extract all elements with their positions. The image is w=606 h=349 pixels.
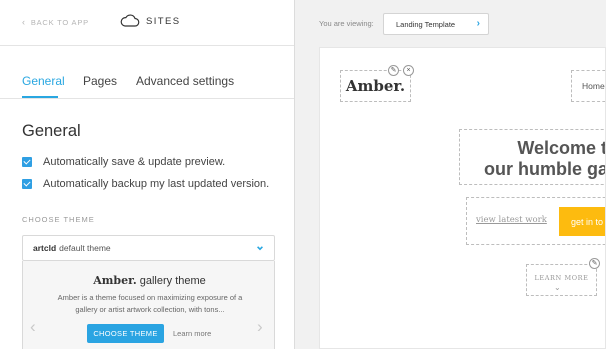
page-select[interactable]: Landing Template › [383,13,489,35]
sites-logo: SITES [120,13,180,29]
preview-panel: You are viewing: Landing Template › Ambe… [295,0,606,349]
settings-panel: ‹ BACK TO APP SITES General Pages Advanc… [0,0,294,349]
chevron-left-icon[interactable]: ‹ [30,317,36,337]
tab-pages[interactable]: Pages [83,74,117,88]
edit-pencil-icon[interactable]: ✎ [589,258,600,269]
chevron-right-icon: › [476,18,480,29]
theme-suffix: gallery theme [139,275,206,287]
preview-logo: Amber. [345,77,406,95]
page-select-value: Landing Template [396,19,456,29]
theme-name: Amber. [93,274,137,287]
cloud-icon [120,14,140,27]
active-tab-indicator [22,96,58,98]
theme-card: ‹ › Amber. gallery theme Amber is a them… [22,261,275,349]
auto-backup-label: Automatically backup my last updated ver… [43,178,270,190]
cta-block: view latest work get in to [466,197,605,245]
chevron-left-icon: ‹ [22,17,26,27]
nav-home: Home [582,81,605,91]
back-label: BACK TO APP [30,17,89,27]
top-bar: ‹ BACK TO APP SITES [0,0,294,46]
settings-tabs: General Pages Advanced settings [0,46,294,99]
sites-title: SITES [146,15,181,27]
learn-more-text: LEARN MORE [534,274,589,282]
auto-backup-checkbox[interactable] [22,179,32,189]
learn-more-block[interactable]: LEARN MORE ⌄ [526,264,597,296]
hero-block[interactable]: Welcome to our humble gall [459,129,606,185]
hero-line-1: Welcome to [517,138,605,158]
theme-card-title: Amber. gallery theme [23,274,276,287]
theme-description: Amber is a theme focused on maximizing e… [57,293,243,314]
chevron-right-icon[interactable]: › [257,317,263,337]
get-in-button[interactable]: get in to [559,207,605,236]
hero-line-2: our humble gall [483,159,606,179]
hero-heading: Welcome to our humble gall [468,138,606,180]
chevron-down-icon [257,246,263,251]
theme-select-suffix: default theme [59,243,111,253]
theme-select[interactable]: artcld default theme [22,235,275,261]
back-to-app-link[interactable]: ‹ BACK TO APP [22,17,89,27]
theme-select-name: artcld [33,243,57,253]
view-latest-link[interactable]: view latest work [476,215,547,225]
viewing-label: You are viewing: [319,19,374,28]
auto-save-option: Automatically save & update preview. [22,156,225,168]
tab-advanced-settings[interactable]: Advanced settings [136,74,234,88]
logo-block[interactable]: Amber. [340,70,411,102]
preview-canvas: Amber. ✎ × Home Welcome to our humble ga… [319,47,606,349]
choose-theme-button[interactable]: CHOOSE THEME [87,324,164,343]
choose-theme-label: CHOOSE THEME [22,215,95,224]
nav-block[interactable]: Home [571,70,605,102]
learn-more-link[interactable]: Learn more [173,329,211,338]
tab-general[interactable]: General [22,74,65,88]
section-title: General [22,122,81,140]
close-icon[interactable]: × [403,65,414,76]
auto-backup-option: Automatically backup my last updated ver… [22,178,269,190]
auto-save-checkbox[interactable] [22,157,32,167]
edit-pencil-icon[interactable]: ✎ [388,65,399,76]
auto-save-label: Automatically save & update preview. [43,156,226,168]
chevron-down-icon: ⌄ [554,283,561,292]
